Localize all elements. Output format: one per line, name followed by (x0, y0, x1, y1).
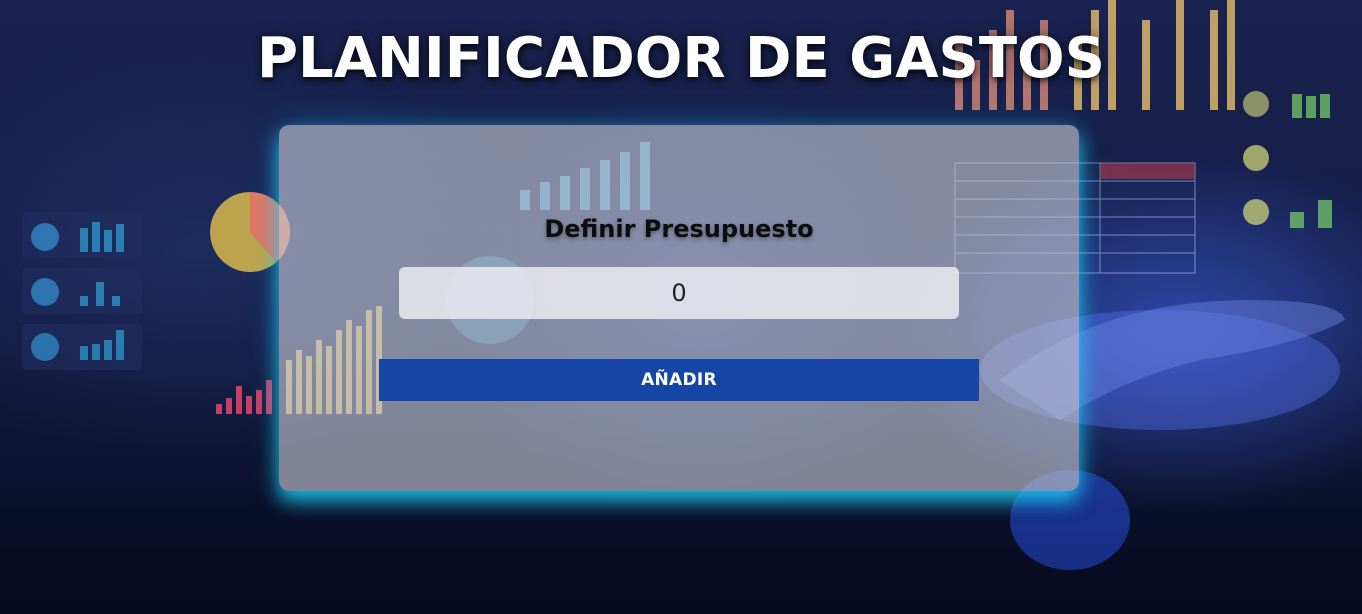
page-title: PLANIFICADOR DE GASTOS (256, 26, 1105, 91)
budget-amount-input[interactable] (399, 267, 959, 319)
budget-card: Definir Presupuesto AÑADIR (279, 125, 1079, 491)
add-budget-button[interactable]: AÑADIR (379, 359, 979, 401)
budget-heading: Definir Presupuesto (544, 215, 814, 243)
